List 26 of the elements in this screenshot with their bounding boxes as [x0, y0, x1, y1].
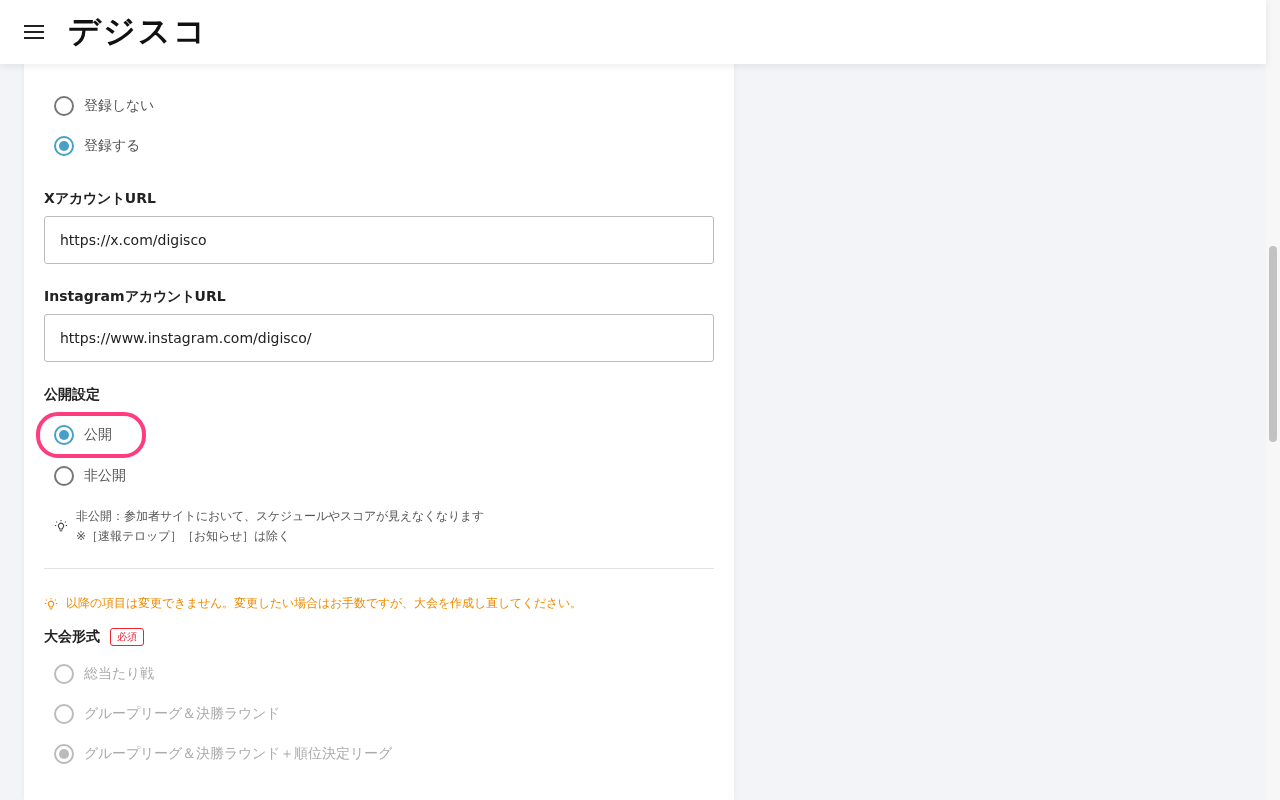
note-text: ※［速報テロップ］［お知らせ］は除く: [76, 528, 292, 545]
logo[interactable]: デジスコ: [68, 10, 208, 54]
url-field[interactable]: https://x.com/digisco: [44, 216, 714, 264]
radio-button[interactable]: [54, 425, 74, 445]
scrollbar-thumb[interactable]: [1269, 246, 1277, 442]
option-label: 総当たり戦: [84, 665, 154, 683]
warning-text: 以降の項目は変更できません。変更したい場合はお手数ですが、大会を作成し直してください。: [66, 595, 582, 612]
field-label: 大会形式: [44, 628, 100, 646]
option-label[interactable]: 登録しない: [84, 97, 154, 115]
option-label: グループリーグ＆決勝ラウンド: [84, 705, 280, 723]
field-label: XアカウントURL: [44, 190, 156, 208]
note-text: 非公開：参加者サイトにおいて、スケジュールやスコアが見えなくなります: [76, 508, 484, 525]
menu-icon[interactable]: [24, 25, 44, 39]
field-label: InstagramアカウントURL: [44, 288, 226, 306]
option-label: グループリーグ＆決勝ラウンド＋順位決定リーグ: [84, 745, 392, 763]
radio-button[interactable]: [54, 466, 74, 486]
lightbulb-icon: [44, 596, 58, 611]
lightbulb-icon: [54, 519, 68, 533]
option-label[interactable]: 公開: [84, 426, 112, 444]
required-badge: 必須: [110, 628, 144, 646]
field-label: 公開設定: [44, 386, 100, 404]
option-label[interactable]: 登録する: [84, 137, 140, 155]
radio-button[interactable]: [54, 136, 74, 156]
option-label[interactable]: 非公開: [84, 467, 126, 485]
radio-button[interactable]: [54, 96, 74, 116]
url-field[interactable]: https://www.instagram.com/digisco/: [44, 314, 714, 362]
